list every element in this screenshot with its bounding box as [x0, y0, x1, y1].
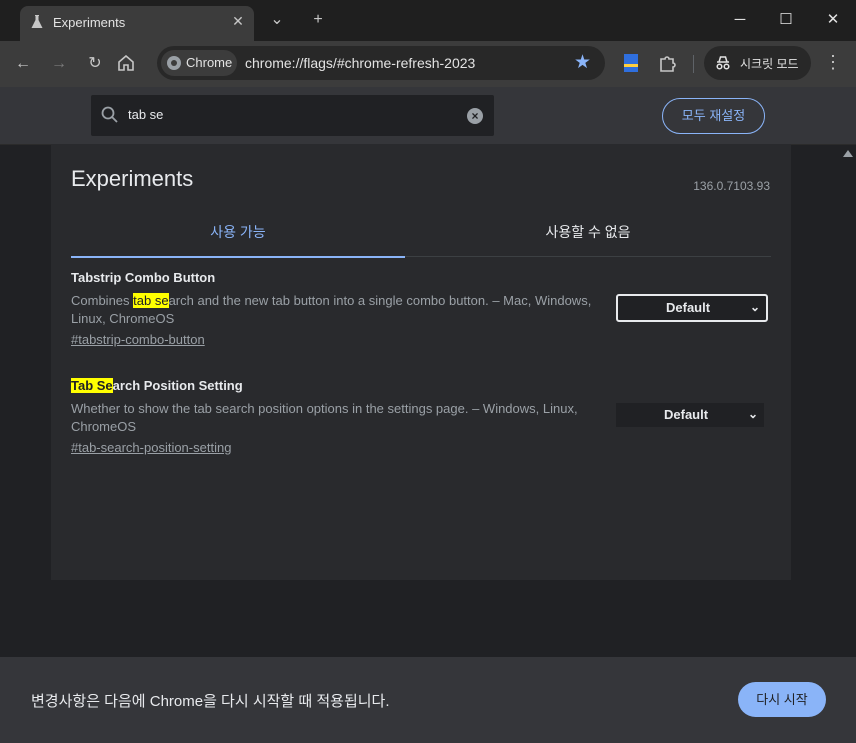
flask-icon	[31, 15, 43, 28]
flag-item: Tab Search Position Setting Whether to s…	[71, 378, 771, 458]
incognito-label: 시크릿 모드	[740, 57, 799, 71]
version-label: 136.0.7103.93	[693, 179, 770, 193]
menu-icon[interactable]: ⋮	[823, 52, 843, 73]
flag-link[interactable]: #tab-search-position-setting	[71, 440, 231, 455]
search-input[interactable]: tab se	[128, 107, 163, 122]
browser-window: Experiments ✕ ⌄ + ─ ☐ ✕ ← → ↻ Chrome chr…	[0, 0, 856, 743]
flag-description: Combines tab search and the new tab butt…	[71, 293, 592, 326]
flag-select[interactable]: Default ⌄	[616, 294, 768, 322]
chevron-down-icon: ⌄	[747, 407, 758, 421]
select-value: Default	[666, 300, 711, 315]
browser-tab[interactable]: Experiments ✕	[20, 6, 254, 41]
back-icon[interactable]: ←	[10, 51, 36, 77]
forward-icon[interactable]: →	[46, 51, 72, 77]
search-box[interactable]: tab se ×	[91, 95, 494, 136]
flag-description: Whether to show the tab search position …	[71, 401, 578, 434]
reset-all-button[interactable]: 모두 재설정	[662, 98, 765, 134]
tab-title: Experiments	[53, 15, 126, 30]
plus-icon[interactable]: +	[307, 9, 329, 31]
experiments-panel: Experiments 136.0.7103.93 사용 가능 사용할 수 없음…	[51, 144, 791, 580]
chip-label: Chrome	[186, 55, 233, 70]
page-title: Experiments	[71, 166, 194, 191]
select-value: Default	[664, 407, 709, 422]
flag-select[interactable]: Default ⌄	[616, 403, 764, 427]
flag-item: Tabstrip Combo Button Combines tab searc…	[71, 270, 771, 350]
chrome-logo-icon	[167, 56, 181, 70]
omnibox[interactable]: Chrome chrome://flags/#chrome-refresh-20…	[157, 46, 605, 80]
scrollbar-up-arrow[interactable]	[843, 150, 853, 157]
chevron-down-icon[interactable]: ⌄	[266, 9, 288, 31]
url-text[interactable]: chrome://flags/#chrome-refresh-2023	[245, 55, 475, 71]
flag-link[interactable]: #tabstrip-combo-button	[71, 332, 205, 347]
chevron-down-icon: ⌄	[749, 300, 760, 314]
window-close-icon[interactable]: ✕	[810, 0, 856, 40]
tab-unavailable[interactable]: 사용할 수 없음	[421, 217, 755, 256]
extension-icon[interactable]	[620, 52, 642, 74]
minimize-icon[interactable]: ─	[717, 0, 763, 40]
maximize-icon[interactable]: ☐	[763, 0, 809, 40]
restart-footer: 변경사항은 다음에 Chrome을 다시 시작할 때 적용됩니다. 다시 시작	[0, 657, 856, 743]
home-icon[interactable]	[118, 55, 134, 71]
relaunch-button[interactable]: 다시 시작	[738, 682, 826, 717]
puzzle-icon[interactable]	[657, 52, 679, 74]
flag-tabs: 사용 가능 사용할 수 없음	[71, 217, 771, 258]
tab-strip: Experiments ✕ ⌄ + ─ ☐ ✕	[0, 0, 856, 41]
flag-name: Tab Search Position Setting	[71, 378, 243, 393]
flag-name: Tabstrip Combo Button	[71, 270, 216, 285]
toolbar-divider	[693, 55, 694, 73]
clear-search-icon[interactable]: ×	[467, 108, 483, 124]
star-icon[interactable]: ★	[574, 51, 591, 74]
incognito-badge[interactable]: 시크릿 모드	[704, 46, 811, 80]
incognito-icon	[716, 56, 730, 70]
toolbar: ← → ↻ Chrome chrome://flags/#chrome-refr…	[0, 41, 856, 87]
flags-header: tab se × 모두 재설정	[0, 87, 856, 145]
tab-available[interactable]: 사용 가능	[71, 217, 405, 258]
search-icon	[101, 106, 118, 123]
reload-icon[interactable]: ↻	[82, 51, 108, 77]
close-icon[interactable]: ✕	[229, 12, 247, 30]
chrome-chip[interactable]: Chrome	[161, 50, 237, 76]
restart-message: 변경사항은 다음에 Chrome을 다시 시작할 때 적용됩니다.	[31, 693, 390, 710]
